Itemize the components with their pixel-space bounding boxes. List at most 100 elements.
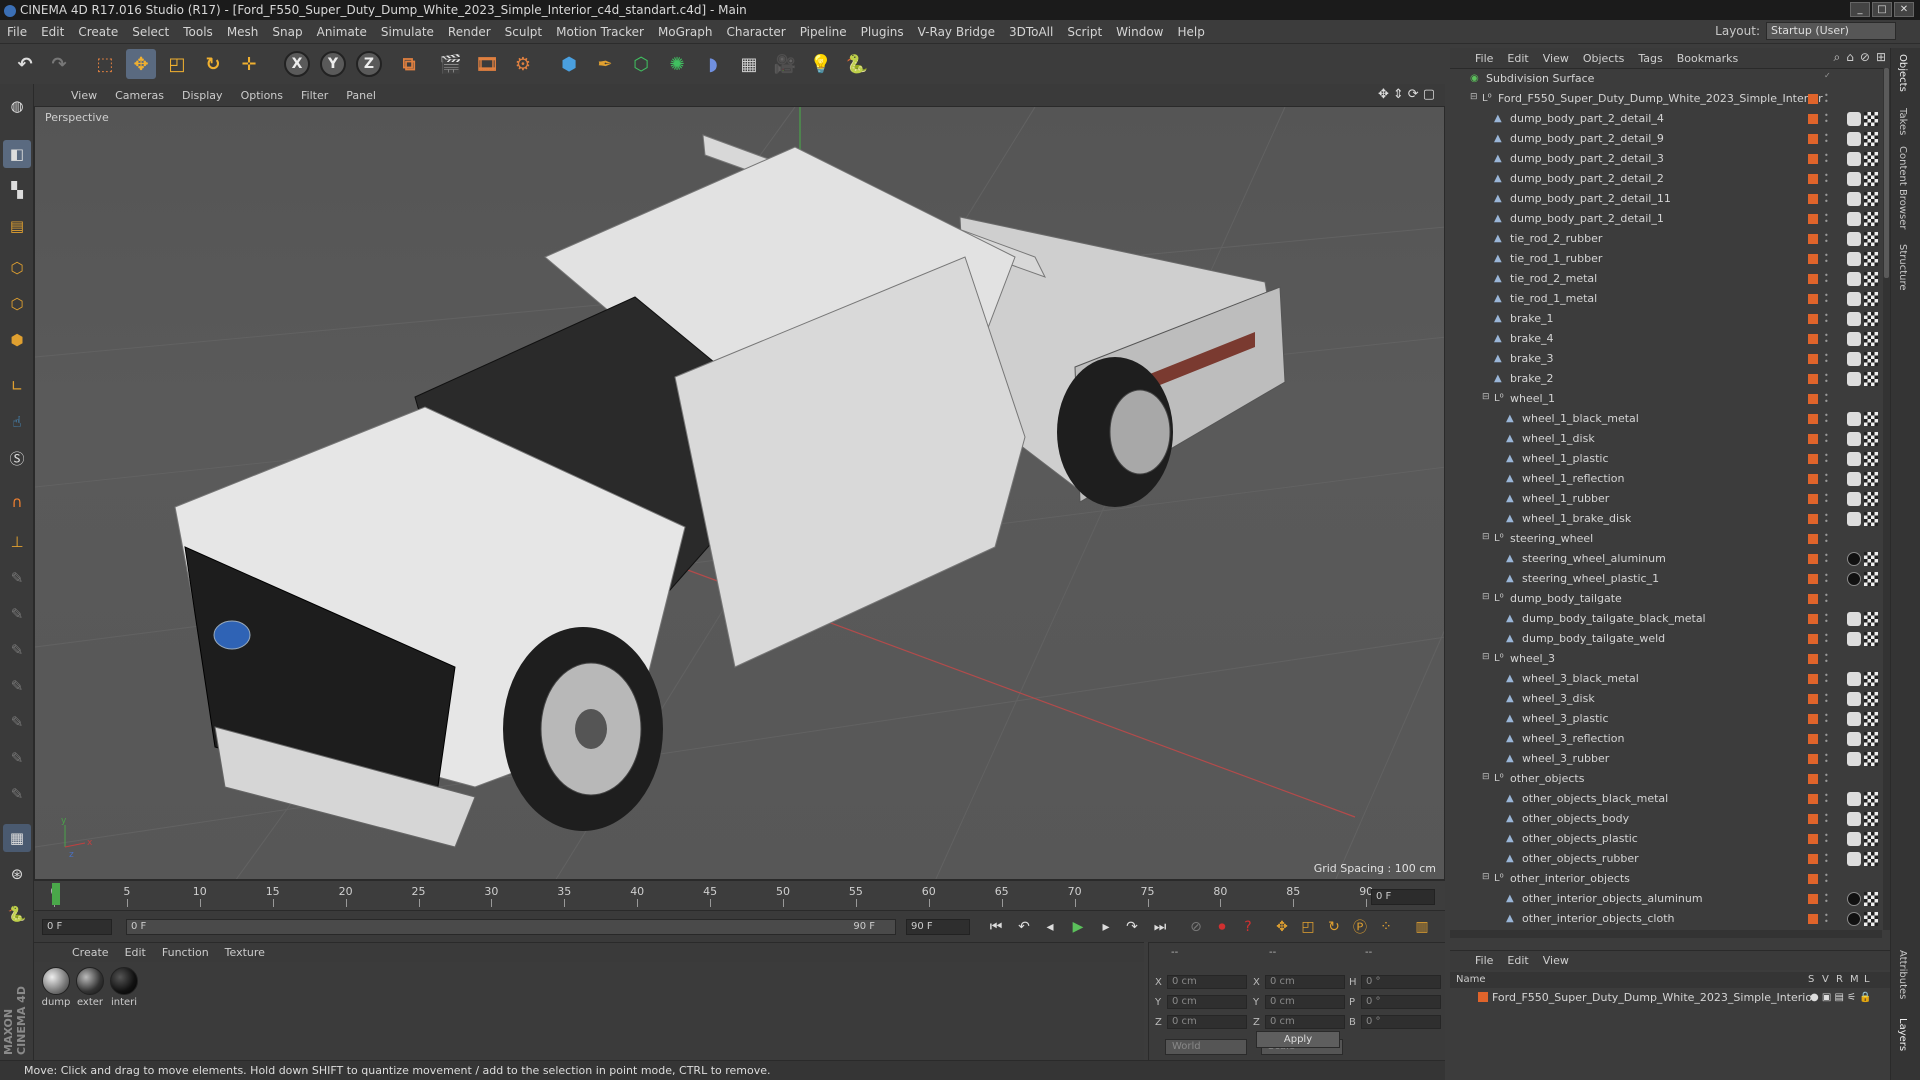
layer-color-swatch[interactable] bbox=[1808, 434, 1818, 444]
visibility-toggle-icon[interactable]: • • bbox=[1824, 392, 1830, 406]
previous-frame-icon[interactable]: ◂ bbox=[1038, 916, 1062, 938]
texture-tag-icon[interactable] bbox=[1847, 692, 1861, 706]
layer-color-swatch[interactable] bbox=[1808, 474, 1818, 484]
uvw-tag-icon[interactable] bbox=[1864, 352, 1878, 366]
visibility-toggle-icon[interactable]: • • bbox=[1824, 472, 1830, 486]
points-mode-icon[interactable]: ⬡ bbox=[3, 254, 31, 282]
object-row[interactable]: ▲ other_interior_objects_cloth • • bbox=[1450, 909, 1890, 929]
uvw-tag-icon[interactable] bbox=[1864, 412, 1878, 426]
visibility-toggle-icon[interactable]: • • bbox=[1824, 312, 1830, 326]
previous-key-icon[interactable]: ↶ bbox=[1012, 916, 1036, 938]
texture-tag-icon[interactable] bbox=[1847, 892, 1861, 906]
paint-grid-icon[interactable]: ▦ bbox=[3, 824, 31, 852]
om-menu-bookmarks[interactable]: Bookmarks bbox=[1670, 52, 1745, 65]
object-row[interactable]: ▲ dump_body_part_2_detail_3 • • bbox=[1450, 149, 1890, 169]
tab-attributes[interactable]: Attributes bbox=[1897, 950, 1908, 999]
uvw-tag-icon[interactable] bbox=[1864, 812, 1878, 826]
visibility-toggle-icon[interactable]: • • bbox=[1824, 892, 1830, 906]
menu-character[interactable]: Character bbox=[719, 25, 792, 39]
frame-ruler[interactable]: 051015202530354045505560657075808590 bbox=[50, 881, 1390, 907]
layer-color-swatch[interactable] bbox=[1808, 514, 1818, 524]
texture-tag-icon[interactable] bbox=[1847, 492, 1861, 506]
floor-icon[interactable]: ▦ bbox=[734, 49, 764, 79]
live-selection-icon[interactable]: ⬚ bbox=[90, 49, 120, 79]
visibility-toggle-icon[interactable]: • • bbox=[1824, 192, 1830, 206]
layer-color-swatch[interactable] bbox=[1808, 654, 1818, 664]
object-row[interactable]: ▲ other_objects_rubber • • bbox=[1450, 849, 1890, 869]
subdivide-icon[interactable]: ⊛ bbox=[3, 860, 31, 888]
visibility-toggle-icon[interactable]: • • bbox=[1824, 732, 1830, 746]
visibility-toggle-icon[interactable]: • • bbox=[1824, 332, 1830, 346]
timeline-ruler[interactable]: 051015202530354045505560657075808590 0 F bbox=[34, 880, 1445, 910]
redo-icon[interactable]: ↷ bbox=[44, 49, 74, 79]
key-rotation-icon[interactable]: ↻ bbox=[1322, 916, 1346, 938]
uvw-tag-icon[interactable] bbox=[1864, 512, 1878, 526]
menu-tools[interactable]: Tools bbox=[176, 25, 220, 39]
layer-color-swatch[interactable] bbox=[1808, 754, 1818, 764]
visibility-toggle-icon[interactable]: • • bbox=[1824, 652, 1830, 666]
visibility-toggle-icon[interactable]: • • bbox=[1824, 592, 1830, 606]
material-swatch[interactable]: dump bbox=[40, 967, 72, 1008]
object-list-scrollbar[interactable] bbox=[1883, 68, 1890, 930]
current-frame-field[interactable]: 0 F bbox=[1371, 889, 1435, 905]
deformer-icon[interactable]: ◗ bbox=[698, 49, 728, 79]
key-position-icon[interactable]: ✥ bbox=[1270, 916, 1294, 938]
texture-tag-icon[interactable] bbox=[1847, 352, 1861, 366]
workplane-mode-icon[interactable]: ▤ bbox=[3, 212, 31, 240]
visibility-toggle-icon[interactable]: • • bbox=[1824, 812, 1830, 826]
pan-view-icon[interactable]: ✥ bbox=[1378, 87, 1389, 102]
viewport-menu-panel[interactable]: Panel bbox=[337, 89, 385, 102]
texture-tag-icon[interactable] bbox=[1847, 612, 1861, 626]
uvw-tag-icon[interactable] bbox=[1864, 612, 1878, 626]
end-frame-field[interactable]: 90 F bbox=[906, 919, 970, 935]
tab-content-browser[interactable]: Content Browser bbox=[1897, 146, 1908, 229]
camera-icon[interactable]: 🎥 bbox=[770, 49, 800, 79]
object-row[interactable]: ⊟ L⁰ other_objects • • bbox=[1450, 769, 1890, 789]
om-menu-file[interactable]: File bbox=[1468, 52, 1500, 65]
magnet-icon[interactable]: ∩ bbox=[3, 488, 31, 516]
object-row[interactable]: ⊟ L⁰ dump_body_tailgate • • bbox=[1450, 589, 1890, 609]
lm-menu-file[interactable]: File bbox=[1468, 954, 1500, 967]
menu-3dtoall[interactable]: 3DToAll bbox=[1002, 25, 1060, 39]
visibility-toggle-icon[interactable]: • • bbox=[1824, 252, 1830, 266]
uvw-tag-icon[interactable] bbox=[1864, 212, 1878, 226]
uvw-tag-icon[interactable] bbox=[1864, 192, 1878, 206]
x-size-field[interactable]: 0 cm bbox=[1265, 975, 1345, 989]
collapse-toggle-icon[interactable]: ⊟ bbox=[1482, 772, 1490, 782]
menu-mograph[interactable]: MoGraph bbox=[651, 25, 720, 39]
dolly-view-icon[interactable]: ⇕ bbox=[1393, 87, 1404, 102]
h-rotation-field[interactable]: 0 ° bbox=[1361, 975, 1441, 989]
layer-color-swatch[interactable] bbox=[1808, 574, 1818, 584]
go-to-end-icon[interactable]: ⏭ bbox=[1148, 916, 1172, 938]
subdivision-surface-icon[interactable]: ⬡ bbox=[626, 49, 656, 79]
visibility-toggle-icon[interactable]: • • bbox=[1824, 412, 1830, 426]
uvw-tag-icon[interactable] bbox=[1864, 272, 1878, 286]
collapse-toggle-icon[interactable]: ⊟ bbox=[1482, 592, 1490, 602]
tab-objects[interactable]: Objects bbox=[1897, 54, 1908, 92]
visibility-toggle-icon[interactable]: • • bbox=[1824, 752, 1830, 766]
visibility-toggle-icon[interactable]: • • bbox=[1824, 172, 1830, 186]
visibility-toggle-icon[interactable]: • • bbox=[1824, 552, 1830, 566]
layer-color-swatch[interactable] bbox=[1808, 594, 1818, 604]
visibility-toggle-icon[interactable]: • • bbox=[1824, 772, 1830, 786]
object-row[interactable]: ▲ dump_body_part_2_detail_9 • • bbox=[1450, 129, 1890, 149]
texture-tag-icon[interactable] bbox=[1847, 312, 1861, 326]
minimize-button[interactable]: _ bbox=[1850, 2, 1870, 17]
menu-window[interactable]: Window bbox=[1109, 25, 1170, 39]
layer-color-swatch[interactable] bbox=[1808, 354, 1818, 364]
axis-mode-icon[interactable]: ∟ bbox=[3, 372, 31, 400]
uvw-tag-icon[interactable] bbox=[1864, 312, 1878, 326]
texture-tag-icon[interactable] bbox=[1847, 212, 1861, 226]
object-row[interactable]: ▲ dump_body_part_2_detail_2 • • bbox=[1450, 169, 1890, 189]
object-row[interactable]: ▲ wheel_1_plastic • • bbox=[1450, 449, 1890, 469]
cloner-icon[interactable]: ✺ bbox=[662, 49, 692, 79]
material-menu-create[interactable]: Create bbox=[64, 946, 117, 959]
object-row[interactable]: ▲ steering_wheel_aluminum • • bbox=[1450, 549, 1890, 569]
visibility-toggle-icon[interactable]: ✓ bbox=[1824, 72, 1831, 85]
uvw-tag-icon[interactable] bbox=[1864, 472, 1878, 486]
collapse-toggle-icon[interactable]: ⊟ bbox=[1482, 652, 1490, 662]
menu-vray-bridge[interactable]: V-Ray Bridge bbox=[911, 25, 1002, 39]
z-position-field[interactable]: 0 cm bbox=[1167, 1015, 1247, 1029]
material-menu-texture[interactable]: Texture bbox=[217, 946, 273, 959]
sculpt-brush-icon[interactable]: ✎ bbox=[3, 564, 31, 592]
